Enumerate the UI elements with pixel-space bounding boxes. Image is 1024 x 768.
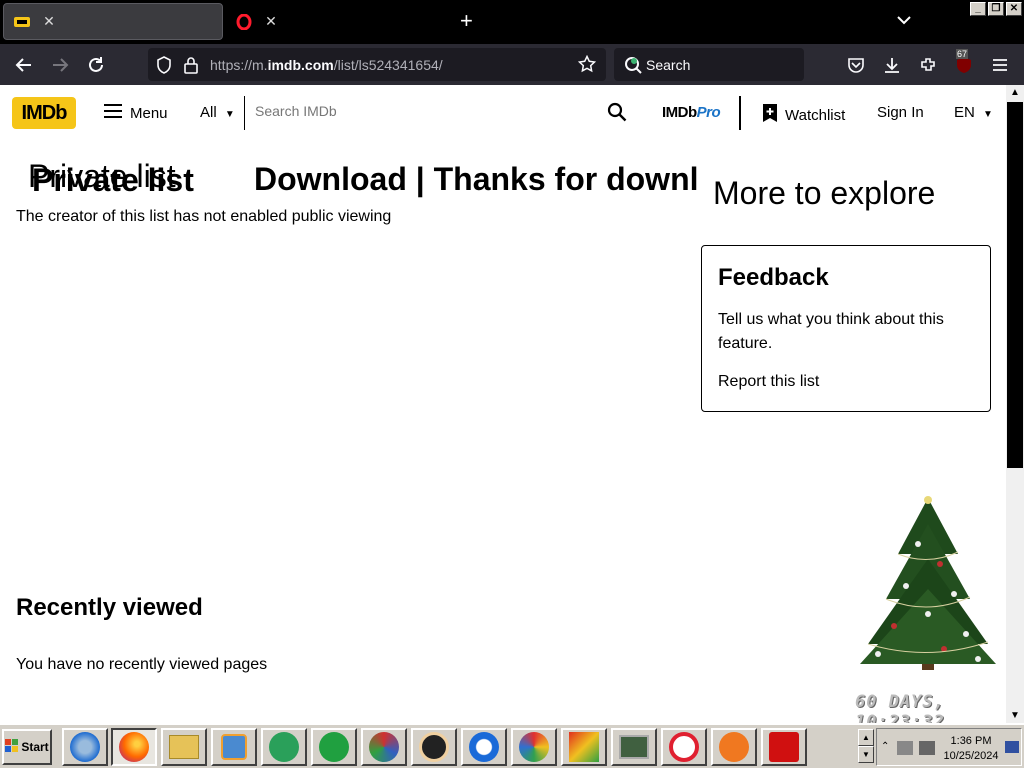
globe-icon[interactable] (361, 728, 407, 766)
reload-icon[interactable] (86, 55, 106, 75)
imdb-search-input[interactable] (253, 102, 593, 120)
mosaic-icon[interactable] (561, 728, 607, 766)
close-tab-icon[interactable]: ✕ (260, 13, 282, 30)
search-category-dropdown[interactable]: All ▼ (200, 104, 235, 121)
address-bar[interactable]: https://m.imdb.com/list/ls524341654/ (148, 48, 606, 81)
browser-tab-bar: Private list ✕ Download | Thanks for dow… (0, 0, 1024, 198)
menu-label: Menu (130, 104, 168, 122)
avira-icon[interactable] (761, 728, 807, 766)
language-dropdown[interactable]: EN ▼ (954, 104, 993, 121)
tab-title: Download | Thanks for downl (254, 161, 699, 197)
ext-badge: 67 (956, 49, 969, 59)
bookmark-star-icon[interactable] (577, 54, 597, 78)
search-bar[interactable]: Search (614, 48, 804, 81)
report-list-link[interactable]: Report this list (718, 373, 819, 391)
page-subtitle: The creator of this list has not enabled… (16, 208, 392, 225)
search-icon[interactable] (607, 102, 627, 127)
recently-viewed-empty: You have no recently viewed pages (16, 656, 268, 673)
imdbpro-link[interactable]: IMDbPro (662, 104, 721, 121)
volume-muted-icon[interactable] (919, 741, 935, 755)
imdb-favicon-icon (14, 14, 30, 30)
opera-favicon-icon (236, 13, 252, 30)
taskbar-scroll-down-icon[interactable]: ▼ (858, 746, 874, 763)
search-engine-icon (624, 56, 642, 77)
internet-explorer-icon[interactable] (62, 728, 108, 766)
pocket-icon[interactable] (846, 55, 866, 75)
tab-private-list[interactable]: Private list ✕ (3, 3, 223, 198)
watchlist-button[interactable]: Watchlist (763, 104, 845, 126)
new-tab-button[interactable]: + (460, 10, 473, 32)
show-desktop-icon[interactable] (1005, 741, 1019, 753)
menu-button[interactable]: Menu (104, 104, 168, 122)
more-to-explore-heading: More to explore (713, 175, 936, 211)
browser-c-icon[interactable] (461, 728, 507, 766)
imdb-header: IMDb Menu All ▼ IMDbPro Watchlist Sign I… (0, 85, 1006, 141)
windows-logo-icon (5, 738, 19, 756)
taskbar-scroll[interactable]: ▲ ▼ (858, 729, 874, 765)
scrollbar-thumb[interactable] (1007, 102, 1023, 468)
clock-date[interactable]: 10/25/2024 (943, 750, 999, 762)
feedback-heading: Feedback (718, 264, 829, 291)
feedback-description: Tell us what you think about this featur… (718, 311, 944, 352)
folder-icon[interactable] (161, 728, 207, 766)
ublock-extension-icon[interactable]: 67 (954, 49, 974, 75)
opera-icon[interactable] (661, 728, 707, 766)
network-tray-icon[interactable] (897, 741, 913, 755)
system-tray: ⌃ 1:36 PM 10/25/2024 (876, 728, 1022, 766)
close-window-button[interactable]: ✕ (1006, 2, 1022, 16)
ninja-icon[interactable] (411, 728, 457, 766)
scroll-down-icon[interactable]: ▼ (1010, 710, 1020, 721)
caret-down-icon: ▼ (983, 109, 993, 120)
tab-download[interactable]: Download | Thanks for downl ✕ (226, 3, 699, 197)
firefox-icon[interactable] (111, 728, 157, 766)
start-button[interactable]: Start (2, 729, 52, 765)
network-icon[interactable] (311, 728, 357, 766)
scroll-up-icon[interactable]: ▲ (1010, 87, 1020, 98)
avast-icon[interactable] (711, 728, 757, 766)
imdb-search-container (244, 96, 634, 130)
downloads-icon[interactable] (882, 55, 902, 75)
url-text: https://m.imdb.com/list/ls524341654/ (210, 57, 443, 73)
restore-button[interactable]: ❐ (988, 2, 1004, 16)
monitor-icon[interactable] (611, 728, 657, 766)
hamburger-icon (104, 104, 122, 122)
tray-expand-icon[interactable]: ⌃ (881, 741, 889, 752)
hamburger-menu-icon[interactable] (990, 55, 1010, 75)
clock-time[interactable]: 1:36 PM (943, 735, 999, 747)
imdb-logo[interactable]: IMDb (12, 97, 76, 129)
chrome-like-icon[interactable] (511, 728, 557, 766)
christmas-tree-icon (860, 496, 996, 670)
chat-icon[interactable] (261, 728, 307, 766)
page-title: Private list (28, 158, 176, 194)
feedback-card: Feedback Tell us what you think about th… (701, 245, 991, 412)
media-player-icon[interactable] (211, 728, 257, 766)
page-scrollbar[interactable]: ▲ ▼ (1006, 85, 1024, 723)
search-label: Search (646, 57, 691, 73)
close-tab-icon[interactable]: ✕ (38, 13, 60, 30)
recently-viewed-heading: Recently viewed (16, 594, 203, 621)
lock-icon[interactable] (184, 56, 198, 79)
sign-in-link[interactable]: Sign In (877, 104, 924, 121)
forward-icon[interactable] (50, 55, 70, 75)
extensions-icon[interactable] (918, 55, 938, 75)
list-all-tabs-icon[interactable] (896, 12, 912, 33)
minimize-button[interactable]: _ (970, 2, 986, 16)
caret-down-icon: ▼ (224, 109, 235, 120)
browser-nav-bar: https://m.imdb.com/list/ls524341654/ Sea… (0, 44, 1024, 85)
back-icon[interactable] (14, 55, 34, 75)
taskbar-scroll-up-icon[interactable]: ▲ (858, 729, 874, 746)
watchlist-bookmark-icon (763, 104, 777, 126)
header-divider (739, 96, 741, 130)
taskbar: Start ▲ ▼ ⌃ 1:36 PM 10/25/2024 (0, 723, 1024, 768)
tracking-shield-icon[interactable] (156, 56, 172, 79)
